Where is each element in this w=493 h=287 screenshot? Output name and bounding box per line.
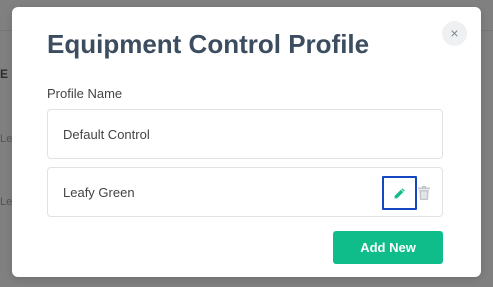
trash-icon bbox=[418, 186, 430, 200]
edit-button[interactable] bbox=[382, 176, 417, 210]
profile-name-label: Profile Name bbox=[47, 86, 123, 101]
equipment-control-profile-modal: × Equipment Control Profile Profile Name… bbox=[12, 7, 481, 277]
background-text: E bbox=[0, 67, 9, 81]
delete-button[interactable] bbox=[417, 184, 431, 202]
modal-title: Equipment Control Profile bbox=[47, 29, 370, 59]
profile-name: Leafy Green bbox=[63, 185, 135, 200]
profile-name: Default Control bbox=[63, 127, 150, 142]
pencil-icon bbox=[394, 187, 405, 198]
add-new-button[interactable]: Add New bbox=[333, 231, 443, 264]
close-icon: × bbox=[450, 25, 459, 41]
background-text: Le bbox=[0, 133, 13, 145]
profile-row-leafy-green[interactable]: Leafy Green bbox=[47, 167, 443, 217]
background-text: Le bbox=[0, 196, 13, 208]
close-button[interactable]: × bbox=[442, 21, 467, 46]
profile-row-default-control[interactable]: Default Control bbox=[47, 109, 443, 159]
